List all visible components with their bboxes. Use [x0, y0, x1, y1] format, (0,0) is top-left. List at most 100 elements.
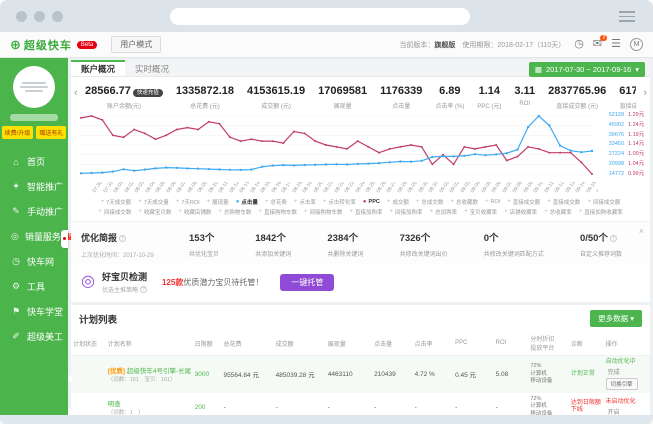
- help-icon[interactable]: ?: [119, 235, 126, 242]
- menu-icon[interactable]: ☰: [611, 39, 621, 50]
- legend-item[interactable]: 收藏店铺数: [178, 208, 211, 216]
- sidebar-item[interactable]: ⌂ 首页: [0, 149, 68, 174]
- sidebar-item-icon: ◎: [11, 231, 19, 242]
- impressions-cell: -: [326, 393, 372, 415]
- line-chart-canvas[interactable]: [79, 113, 594, 177]
- metrics-prev-arrow[interactable]: ‹: [74, 87, 78, 99]
- metric-item[interactable]: 17069581 展现量: [318, 81, 367, 110]
- metric-item[interactable]: 1.14 PPC (元): [477, 81, 501, 110]
- metric-item[interactable]: 61757 直接成交量: [619, 81, 636, 110]
- legend-item[interactable]: 直接加购率: [349, 208, 382, 216]
- metric-value: 17069581: [318, 85, 367, 97]
- mail-icon[interactable]: ✉9: [593, 39, 602, 50]
- sidebar-item[interactable]: ✦ 智能推广: [0, 174, 68, 199]
- legend-item[interactable]: 直接加购收藏率: [579, 208, 623, 216]
- metric-item[interactable]: 28566.77快速充值 账户余额(元): [85, 81, 163, 110]
- user-mode-tab[interactable]: 用户模式: [111, 36, 161, 53]
- daily-limit-cell[interactable]: 3000: [193, 356, 222, 393]
- legend-item[interactable]: 间接加购率: [390, 208, 423, 216]
- service-clock-icon[interactable]: ◷: [574, 39, 584, 50]
- metric-item[interactable]: 1176339 点击量: [380, 81, 422, 110]
- legend-item[interactable]: 成交额: [387, 198, 409, 206]
- plan-name[interactable]: [优质] 超级快车4号引擎-长尾: [108, 365, 191, 375]
- window-control-icon[interactable]: [34, 11, 45, 22]
- quick-recharge-badge[interactable]: 快速充值: [133, 89, 163, 97]
- metric-value: 3.11: [514, 85, 535, 97]
- sidebar-item[interactable]: ◎ 销量服务 NEW: [0, 224, 68, 249]
- sidebar-item[interactable]: ⚙ 工具: [0, 274, 68, 299]
- sidebar-item-icon: ✎: [11, 206, 21, 217]
- metric-item[interactable]: 4153615.19 成交额 (元): [247, 81, 305, 110]
- briefing-stat: 7326个 共修改关键词出价: [400, 228, 448, 259]
- legend-item[interactable]: 7天ROI: [176, 198, 200, 206]
- legend-item[interactable]: 直接成交数: [547, 198, 580, 206]
- more-data-button[interactable]: 更多数据 ▾: [590, 310, 642, 327]
- legend-item[interactable]: 点击量: [236, 198, 258, 206]
- metric-item[interactable]: 1335872.18 总花费 (元): [176, 81, 234, 110]
- date-range-value: 2017-07-30 ~ 2017-09-16: [546, 65, 631, 74]
- tab-realtime-overview[interactable]: 实时概况: [125, 60, 179, 76]
- help-icon[interactable]: ?: [140, 286, 147, 293]
- operation-link[interactable]: 开启: [608, 410, 620, 415]
- store-avatar[interactable]: [13, 66, 55, 108]
- metric-label: 账户余额(元): [85, 101, 163, 110]
- app-logo[interactable]: ⊕ 超级快车 Beta: [10, 37, 97, 53]
- tab-account-overview[interactable]: 账户概况: [71, 60, 125, 76]
- legend-item[interactable]: 展现量: [207, 198, 229, 206]
- switch-engine-button[interactable]: 切换引擎: [606, 378, 638, 390]
- one-click-host-button[interactable]: 一键托管: [280, 274, 334, 291]
- legend-item[interactable]: 点击转化率: [323, 198, 356, 206]
- sidebar-item[interactable]: ⚑ 快车学堂: [0, 299, 68, 324]
- metric-item[interactable]: 2837765.96 直接成交额 (元): [548, 81, 606, 110]
- legend-item[interactable]: 总收藏率: [544, 208, 572, 216]
- metric-item[interactable]: 3.11 ROI: [514, 81, 535, 110]
- sidebar-item[interactable]: ✐ 超级美工: [0, 324, 68, 349]
- briefing-stat-label: 共优化宝贝: [189, 249, 219, 258]
- legend-item[interactable]: 间接成交数: [98, 208, 131, 216]
- plan-name[interactable]: 明查: [108, 398, 191, 408]
- briefing-stat-value: 2384个: [327, 233, 358, 244]
- legend-item[interactable]: 总购物车数: [218, 208, 251, 216]
- legend-item[interactable]: 点击率: [294, 198, 316, 206]
- legend-item[interactable]: ROI: [485, 198, 500, 206]
- help-icon[interactable]: ?: [610, 235, 617, 242]
- metrics-next-arrow[interactable]: ›: [643, 87, 647, 99]
- sidebar-item-label: 首页: [27, 155, 45, 168]
- browser-menu-icon[interactable]: [619, 11, 635, 25]
- window-control-icon[interactable]: [16, 11, 27, 22]
- operation-link[interactable]: 完成: [608, 370, 620, 376]
- legend-marker-icon: [450, 199, 454, 205]
- window-controls[interactable]: [16, 11, 63, 22]
- user-avatar[interactable]: M: [630, 38, 643, 51]
- legend-item[interactable]: 收藏宝贝数: [138, 208, 171, 216]
- legend-item[interactable]: 店铺收藏率: [504, 208, 537, 216]
- sidebar-item[interactable]: ◷ 快车网: [0, 249, 68, 274]
- legend-marker-icon: [507, 199, 511, 205]
- column-header: PPC: [453, 331, 494, 356]
- legend-item[interactable]: 7天成交额: [101, 198, 132, 206]
- legend-item[interactable]: 7天成交量: [138, 198, 169, 206]
- gift-button[interactable]: 赠送有礼: [36, 126, 66, 139]
- legend-marker-icon: [98, 209, 102, 215]
- daily-limit-cell[interactable]: 200: [193, 393, 222, 415]
- window-control-icon[interactable]: [52, 11, 63, 22]
- legend-item[interactable]: 总花费: [265, 198, 287, 206]
- legend-item[interactable]: 宝贝收藏率: [464, 208, 497, 216]
- platform-cell: 72%计算机移动设备: [528, 393, 569, 415]
- mail-badge: 9: [600, 35, 607, 41]
- url-input[interactable]: [170, 8, 470, 25]
- legend-item[interactable]: 总成交数: [416, 198, 444, 206]
- legend-item[interactable]: 直接购物车数: [258, 208, 297, 216]
- legend-item[interactable]: 直接成交额: [507, 198, 540, 206]
- sidebar-item[interactable]: ✎ 手动推广: [0, 199, 68, 224]
- legend-item[interactable]: 总收藏数: [450, 198, 478, 206]
- close-icon[interactable]: ×: [639, 226, 644, 236]
- legend-item[interactable]: PPC: [363, 198, 380, 206]
- legend-item[interactable]: 间接成交额: [587, 198, 620, 206]
- date-range-picker[interactable]: ▦ 2017-07-30 ~ 2017-09-16 ▾: [529, 62, 645, 77]
- sidebar-collapse-handle[interactable]: [61, 230, 68, 248]
- metric-item[interactable]: 6.89 点击率 (%): [435, 81, 464, 110]
- renew-upgrade-button[interactable]: 续费/升级: [2, 126, 34, 139]
- legend-item[interactable]: 总加购率: [430, 208, 458, 216]
- legend-item[interactable]: 间接购物车数: [304, 208, 343, 216]
